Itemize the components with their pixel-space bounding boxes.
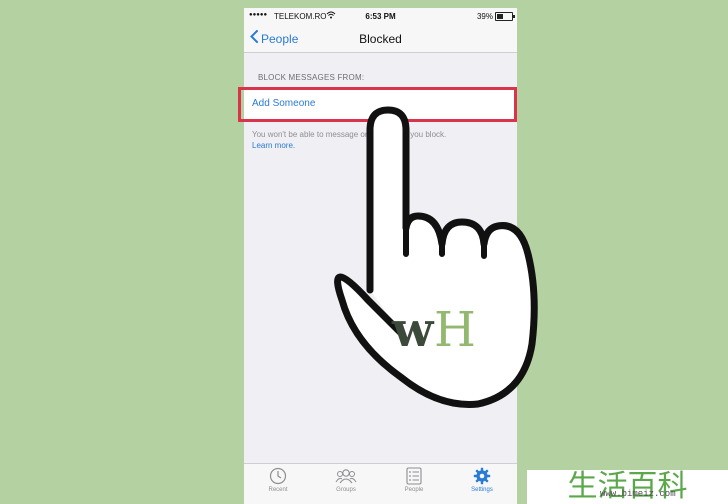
tab-people-label: People: [404, 487, 424, 493]
tab-settings[interactable]: Settings: [448, 467, 516, 503]
tab-recent-label: Recent: [268, 487, 288, 493]
tab-people[interactable]: People: [380, 467, 448, 503]
gear-icon: [448, 467, 516, 485]
tab-settings-label: Settings: [471, 487, 493, 493]
status-bar: ●●●●● TELEKOM.RO 6:53 PM 39%: [244, 8, 517, 26]
pointing-hand-illustration: w H: [320, 104, 540, 425]
page-title: Blocked: [359, 32, 402, 46]
section-header: BLOCK MESSAGES FROM:: [258, 73, 365, 82]
navigation-bar: People Blocked: [244, 26, 517, 53]
wikihow-logo-h: H: [434, 302, 476, 358]
tab-groups[interactable]: Groups: [312, 467, 380, 503]
tab-groups-label: Groups: [336, 487, 356, 493]
battery-icon: [495, 12, 515, 21]
tab-bar: Recent Groups People Settings: [244, 463, 517, 504]
people-list-icon: [380, 467, 448, 485]
wikihow-logo-w: w: [391, 302, 435, 358]
groups-icon: [312, 467, 380, 485]
site-watermark-url: www.bimeiz.com: [600, 489, 676, 499]
clock-icon: [244, 467, 312, 485]
tab-recent[interactable]: Recent: [244, 467, 312, 503]
battery-percent: 39%: [476, 12, 493, 21]
